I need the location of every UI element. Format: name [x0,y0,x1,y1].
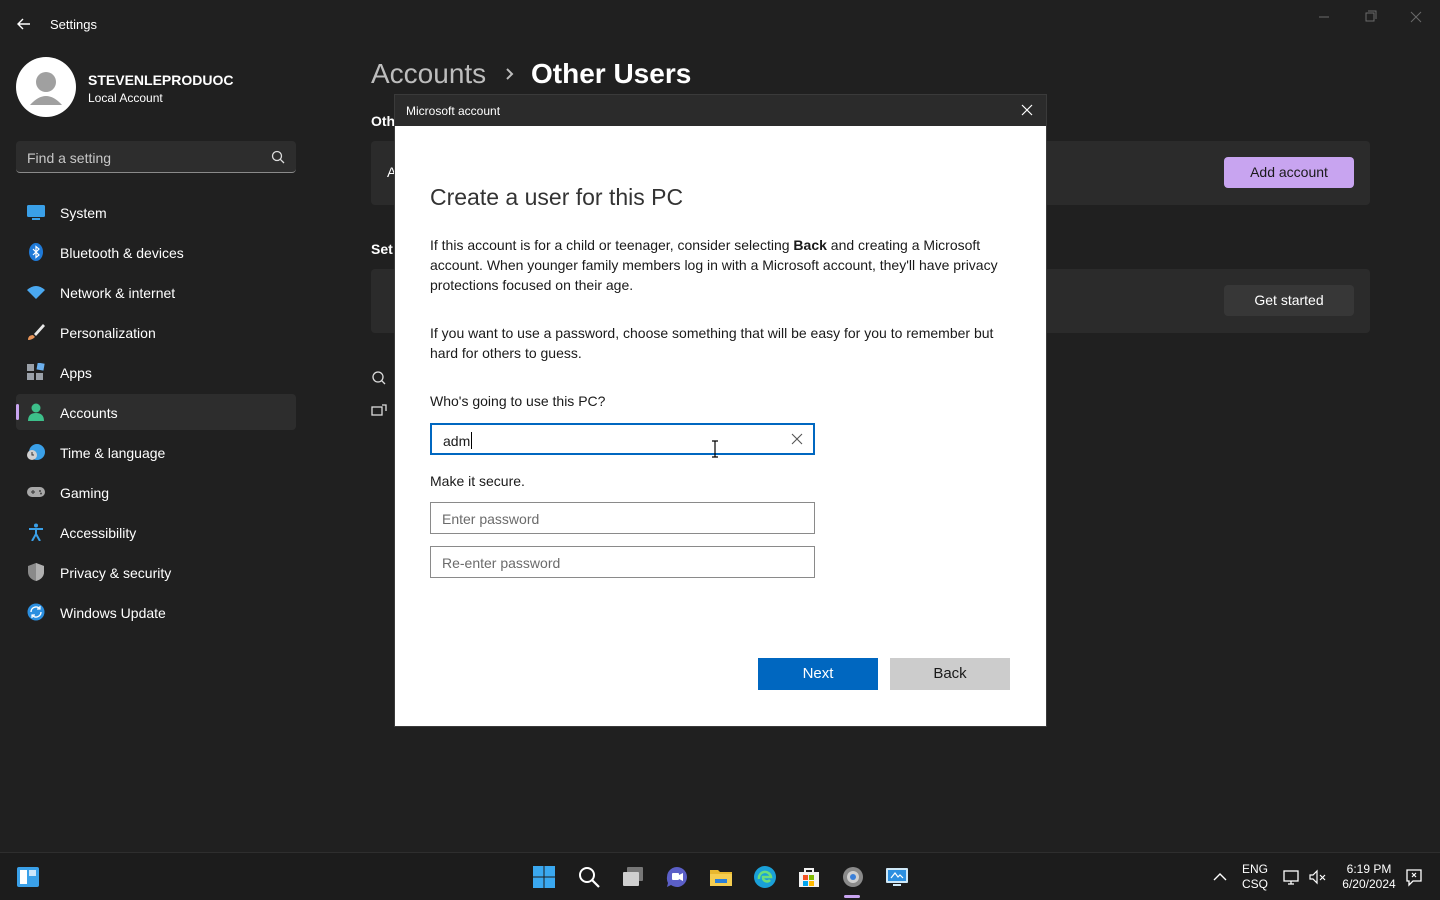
system-icon [27,205,45,220]
add-account-button[interactable]: Add account [1224,157,1354,188]
child-account-note: If this account is for a child or teenag… [430,237,998,293]
minimize-icon[interactable] [1304,6,1344,28]
reenter-password-field[interactable]: Re-enter password [430,546,815,578]
apps-icon [27,363,45,380]
sidebar-item-privacy[interactable]: Privacy & security [16,554,296,590]
sidebar-item-apps[interactable]: Apps [16,354,296,390]
text-caret [471,432,473,449]
ibeam-cursor-icon [712,440,718,458]
password-advice: If you want to use a password, choose so… [430,325,994,361]
sidebar-item-accounts[interactable]: Accounts [16,394,296,430]
sidebar-item-gaming[interactable]: Gaming [16,474,296,510]
profile-account-type: Local Account [88,91,163,105]
edge-icon[interactable] [753,865,777,889]
sidebar-item-network[interactable]: Network & internet [16,274,296,310]
task-view-icon[interactable] [621,865,645,889]
gamepad-icon [27,487,45,497]
person-icon [28,403,44,421]
app-title: Settings [50,17,97,32]
microsoft-account-dialog: Microsoft account Create a user for this… [394,94,1047,727]
input-language[interactable]: ENG CSQ [1240,862,1270,892]
store-icon[interactable] [797,865,821,889]
clear-icon[interactable] [791,433,803,445]
sidebar-item-accessibility[interactable]: Accessibility [16,514,296,550]
reenter-password-placeholder: Re-enter password [442,555,561,571]
title-bar: Settings [0,0,1440,48]
widgets-icon[interactable] [16,865,40,889]
user-silhouette-icon [30,72,62,105]
dialog-heading: Create a user for this PC [430,184,684,210]
search-icon[interactable] [577,865,601,889]
clock[interactable]: 6:19 PM 6/20/2024 [1336,862,1402,892]
back-button[interactable]: Back [890,658,1010,690]
help-search-icon[interactable] [371,370,387,386]
chat-icon[interactable] [665,865,689,889]
secure-label: Make it secure. [430,473,525,489]
sidebar-item-personalization[interactable]: Personalization [16,314,296,350]
file-explorer-icon[interactable] [709,865,733,889]
sidebar-nav: System Bluetooth & devices Network & int… [16,194,296,634]
avatar[interactable] [16,57,76,117]
username-label: Who's going to use this PC? [430,393,606,409]
volume-muted-icon[interactable] [1308,865,1328,889]
profile-name: STEVENLEPRODUOC [88,72,234,88]
start-icon[interactable] [532,865,556,889]
accessibility-icon [29,523,43,541]
shield-icon [28,563,44,581]
password-field[interactable]: Enter password [430,502,815,534]
notification-icon[interactable] [1404,865,1424,889]
feedback-icon[interactable] [371,403,387,419]
page-title: Other Users [531,58,692,89]
username-field[interactable]: adm [430,423,815,455]
network-status-icon[interactable] [1282,865,1302,889]
brush-icon [28,324,45,340]
bluetooth-icon [29,243,43,261]
wifi-icon [27,286,45,299]
breadcrumb-parent[interactable]: Accounts [371,58,486,90]
update-icon [27,603,45,621]
settings-icon[interactable] [841,865,865,889]
taskbar: ENG CSQ 6:19 PM 6/20/2024 [0,852,1440,900]
chevron-right-icon [506,68,514,80]
sidebar-item-system[interactable]: System [16,194,296,230]
password-placeholder: Enter password [442,511,540,527]
close-icon[interactable] [1020,103,1034,117]
dialog-title-bar: Microsoft account [395,95,1046,126]
chevron-up-icon[interactable] [1210,865,1230,889]
next-button[interactable]: Next [758,658,878,690]
sidebar-item-time-language[interactable]: Time & language [16,434,296,470]
close-window-icon[interactable] [1396,6,1436,28]
section-heading-other-users: Oth [371,113,396,129]
sidebar-item-windows-update[interactable]: Windows Update [16,594,296,630]
restore-icon[interactable] [1350,6,1390,28]
search-input[interactable]: Find a setting [16,141,296,173]
sidebar-item-bluetooth[interactable]: Bluetooth & devices [16,234,296,270]
clock-globe-icon [27,444,45,460]
back-arrow-icon[interactable] [12,12,36,36]
active-app-indicator [844,895,860,898]
remote-desktop-icon[interactable] [885,865,909,889]
get-started-button[interactable]: Get started [1224,285,1354,316]
username-value: adm [443,432,473,449]
dialog-title: Microsoft account [406,104,501,118]
search-placeholder: Find a setting [27,150,112,166]
search-icon [271,150,285,164]
section-heading-setup: Set [371,241,393,257]
